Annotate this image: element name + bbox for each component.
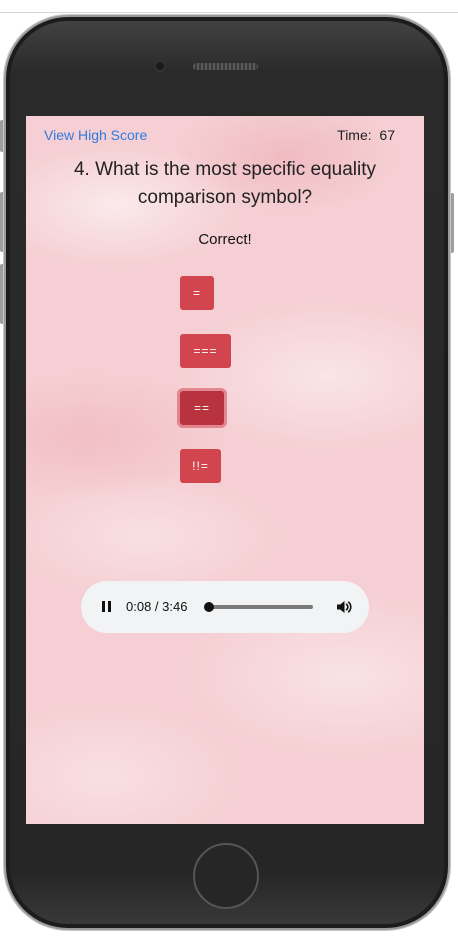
audio-player: 0:08 / 3:46	[81, 581, 369, 633]
volume-icon[interactable]	[335, 598, 353, 616]
timer-value: 67	[379, 127, 395, 143]
answer-button-3[interactable]: ==	[180, 391, 224, 425]
answer-feedback: Correct!	[198, 231, 252, 248]
question-text: 4. What is the most specific equality co…	[73, 159, 376, 208]
answer-button-4[interactable]: !!=	[180, 449, 221, 483]
app-screen: View High Score Time: 67 4. What is the …	[26, 116, 424, 824]
audio-time-display: 0:08 / 3:46	[126, 599, 188, 614]
timer: Time: 67	[337, 127, 395, 143]
power-side-button	[450, 193, 454, 253]
camera-icon	[154, 60, 166, 72]
speaker-grille	[193, 63, 258, 70]
audio-progress-thumb[interactable]	[203, 602, 214, 612]
audio-progress-bar[interactable]	[203, 602, 313, 612]
timer-label: Time:	[337, 127, 372, 143]
view-high-score-link[interactable]: View High Score	[44, 127, 147, 143]
answer-button-1[interactable]: =	[180, 276, 214, 310]
home-button	[193, 843, 259, 909]
answer-button-2[interactable]: ===	[180, 334, 231, 368]
pause-icon[interactable]	[102, 601, 112, 612]
top-divider	[0, 12, 458, 13]
